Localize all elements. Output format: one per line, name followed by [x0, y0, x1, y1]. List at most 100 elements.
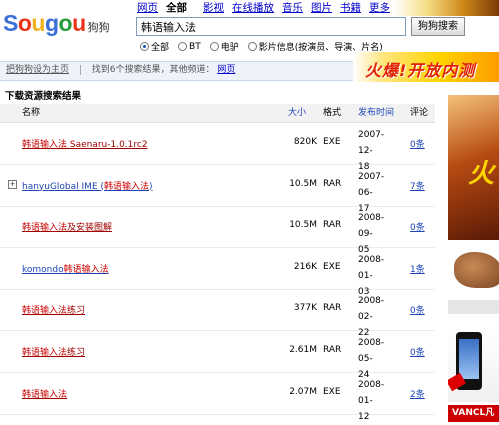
- radio-circle-icon: [140, 42, 149, 51]
- radio-option-1[interactable]: BT: [178, 42, 201, 52]
- nav-item-1: 全部: [166, 2, 187, 14]
- logo-cn: 狗狗: [87, 21, 110, 34]
- logo-letter: g: [44, 10, 59, 36]
- nav-item-7[interactable]: 更多: [369, 2, 390, 14]
- table-row: + hanyuGlobal IME (韩语输入法) 10.5M RAR 2007-06-…: [0, 165, 435, 214]
- ad-shoe-banner[interactable]: [448, 240, 499, 325]
- cell-comments: 0条: [410, 303, 425, 316]
- top-nav: 网页 全部 影视 在线播放 音乐 图片 书籍 更多: [137, 0, 398, 15]
- promo-text: 火爆!开放内测: [365, 61, 476, 80]
- radio-circle-icon: [209, 42, 219, 51]
- cell-size: 10.5M: [289, 178, 317, 189]
- comments-link[interactable]: 0条: [410, 223, 425, 233]
- cell-name: 韩语输入法 Saenaru-1.0.1rc2: [22, 137, 148, 150]
- result-count-text: 找到6个搜索结果，其他频道：: [91, 65, 215, 75]
- result-title-link[interactable]: 韩语输入法 Saenaru-1.0.1rc2: [22, 140, 148, 150]
- nav-item-0[interactable]: 网页: [137, 2, 158, 14]
- promo-banner[interactable]: 火爆!开放内测: [353, 52, 499, 82]
- comments-link[interactable]: 0条: [410, 306, 425, 316]
- radio-option-2[interactable]: 电驴: [209, 40, 239, 53]
- cell-comments: 2条: [410, 387, 425, 400]
- date-line: 2007-06-: [358, 171, 385, 198]
- header-date[interactable]: 发布时间: [358, 104, 394, 122]
- comments-link[interactable]: 0条: [410, 348, 425, 358]
- result-title-link[interactable]: 韩语输入法: [22, 390, 67, 400]
- ad-game-text: 火: [468, 159, 495, 189]
- radio-label: BT: [189, 41, 201, 52]
- result-title-link[interactable]: hanyuGlobal IME (韩语输入法): [22, 182, 153, 192]
- cell-size: 2.07M: [289, 386, 317, 397]
- nav-item-5[interactable]: 图片: [311, 2, 332, 14]
- result-title-link[interactable]: komondo韩语输入法: [22, 265, 109, 275]
- cell-name: 韩语输入法及安装图解: [22, 220, 112, 233]
- cell-format: EXE: [323, 386, 341, 397]
- keyword-highlight: 韩语输入法: [22, 140, 68, 150]
- set-homepage-link[interactable]: 把狗狗设为主页: [6, 65, 69, 75]
- divider: [79, 64, 81, 75]
- nav-item-4[interactable]: 音乐: [282, 2, 303, 14]
- table-row: 韩语输入法练习 2.61M RAR 2008-05- 24 0条: [0, 331, 435, 380]
- nav-item-2[interactable]: 影视: [203, 2, 224, 14]
- cell-format: EXE: [323, 261, 341, 272]
- result-title-link[interactable]: 韩语输入法及安装图解: [22, 223, 112, 233]
- radio-label: 全部: [151, 43, 170, 53]
- ad-phone-banner[interactable]: [448, 330, 499, 402]
- results-table-header: 名称 大小 格式 发布时间 评论: [0, 104, 435, 123]
- header-name: 名称: [22, 108, 41, 118]
- sougou-logo[interactable]: S ougou 狗狗: [3, 9, 110, 37]
- search-button[interactable]: 狗狗搜索: [411, 17, 465, 36]
- logo-letter: o: [17, 10, 32, 36]
- keyword-highlight: 韩语输入法: [22, 223, 68, 234]
- header-comments: 评论: [410, 108, 429, 118]
- cell-format: RAR: [323, 220, 342, 231]
- ad-vancl-banner[interactable]: VANCL凡客: [448, 405, 499, 422]
- logo-letter-s: S: [3, 10, 18, 36]
- comments-link[interactable]: 1条: [410, 265, 425, 275]
- cell-size: 377K: [293, 303, 317, 314]
- comments-link[interactable]: 2条: [410, 390, 425, 400]
- cell-size: 2.61M: [289, 345, 317, 355]
- date-line: 2008-05-: [358, 338, 385, 364]
- header-size[interactable]: 大小: [288, 104, 306, 122]
- cell-format: RAR: [323, 303, 342, 314]
- date-line: 2008-09-: [358, 213, 385, 240]
- cell-size: 10.5M: [289, 220, 317, 231]
- cell-comments: 0条: [410, 137, 425, 150]
- keyword-highlight: 韩语输入法: [63, 264, 109, 275]
- shoe-image: [454, 252, 499, 288]
- search-input[interactable]: [136, 17, 406, 36]
- table-row: komondo韩语输入法 216K EXE 2008-01- 03 1条: [0, 248, 435, 297]
- expand-icon[interactable]: +: [8, 179, 17, 189]
- keyword-highlight: 韩语输入法: [22, 306, 68, 317]
- cell-comments: 1条: [410, 262, 425, 275]
- result-title-link[interactable]: 韩语输入法练习: [22, 348, 85, 358]
- nav-item-3[interactable]: 在线播放: [232, 2, 274, 14]
- date-line: 2008-01-: [358, 254, 385, 281]
- comments-link[interactable]: 7条: [410, 182, 425, 192]
- cell-name: 韩语输入法: [22, 387, 67, 400]
- cell-name: 韩语输入法练习: [22, 303, 85, 316]
- table-row: 韩语输入法及安装图解 10.5M RAR 2008-09- 05 0条: [0, 206, 435, 255]
- cell-format: RAR: [323, 345, 342, 355]
- cell-name: 韩语输入法练习: [22, 345, 85, 358]
- ad-bar: [448, 300, 499, 314]
- result-title-link[interactable]: 韩语输入法练习: [22, 306, 85, 316]
- table-row: 韩语输入法练习 377K RAR 2008-02- 22 0条: [0, 289, 435, 338]
- date-line: 2008-02-: [358, 296, 385, 323]
- logo-letter: o: [58, 10, 73, 36]
- keyword-highlight: 韩语输入法: [22, 389, 68, 400]
- cell-name: komondo韩语输入法: [22, 262, 109, 275]
- radio-label: 电驴: [220, 43, 239, 53]
- radio-option-0[interactable]: 全部: [140, 40, 169, 53]
- logo-wordmark: ougou: [18, 9, 86, 37]
- cell-format: RAR: [323, 178, 342, 189]
- comments-link[interactable]: 0条: [410, 140, 425, 150]
- channel-link-web[interactable]: 网页: [217, 65, 235, 75]
- cell-name: hanyuGlobal IME (韩语输入法): [22, 179, 153, 192]
- ad-game-banner[interactable]: 火: [448, 95, 499, 240]
- cell-comments: 7条: [410, 179, 425, 192]
- cell-comments: 0条: [410, 220, 425, 233]
- keyword-highlight: 韩语输入法: [22, 348, 68, 358]
- nav-banner-image: [394, 0, 499, 16]
- nav-item-6[interactable]: 书籍: [340, 2, 361, 14]
